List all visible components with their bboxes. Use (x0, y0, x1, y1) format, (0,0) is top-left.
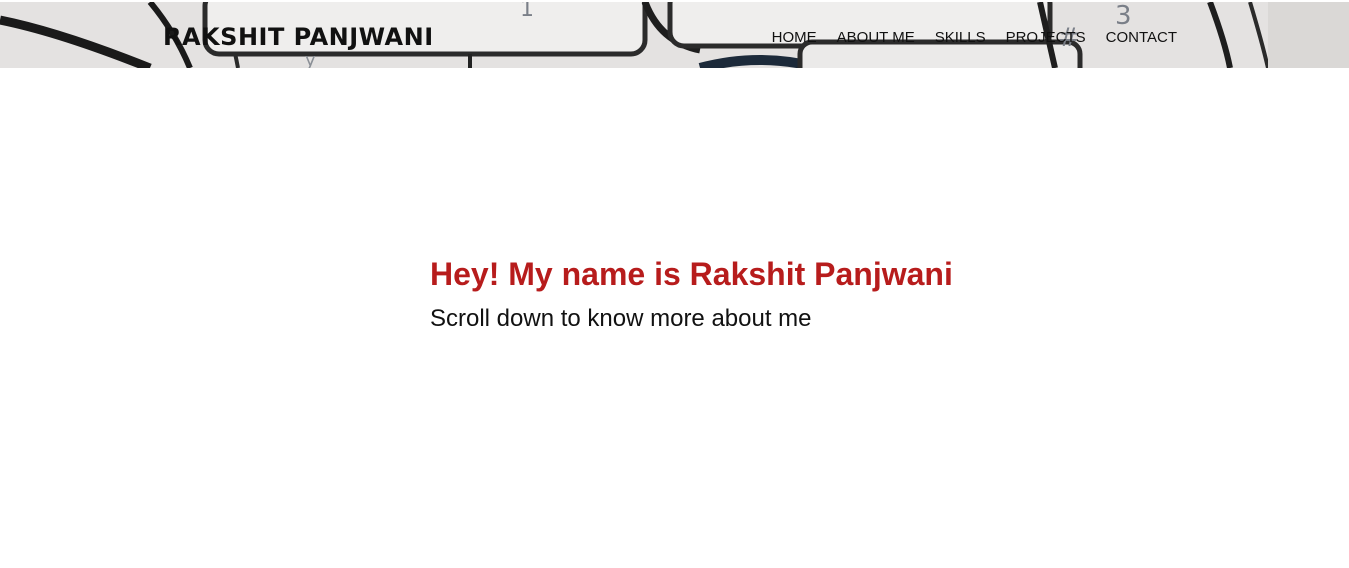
svg-text:1: 1 (520, 2, 534, 22)
site-header: 1 # 3 y RAKSHIT PANJWANI HOME ABOUT ME S… (0, 2, 1349, 68)
nav-contact[interactable]: CONTACT (1106, 26, 1177, 50)
hero-subtitle: Scroll down to know more about me (430, 305, 812, 332)
nav-projects[interactable]: PROJECTS (1006, 26, 1086, 50)
svg-text:y: y (305, 50, 316, 68)
nav-home[interactable]: HOME (772, 26, 817, 50)
nav-about-me[interactable]: ABOUT ME (837, 26, 915, 50)
main-nav: HOME ABOUT ME SKILLS PROJECTS CONTACT (772, 26, 1177, 50)
hero-section: Hey! My name is Rakshit Panjwani Scroll … (430, 254, 1130, 334)
nav-skills[interactable]: SKILLS (935, 26, 986, 50)
site-brand-logo[interactable]: RAKSHIT PANJWANI (163, 22, 434, 52)
page: 1 # 3 y RAKSHIT PANJWANI HOME ABOUT ME S… (0, 0, 1349, 568)
hero-title: Hey! My name is Rakshit Panjwani (430, 256, 953, 292)
